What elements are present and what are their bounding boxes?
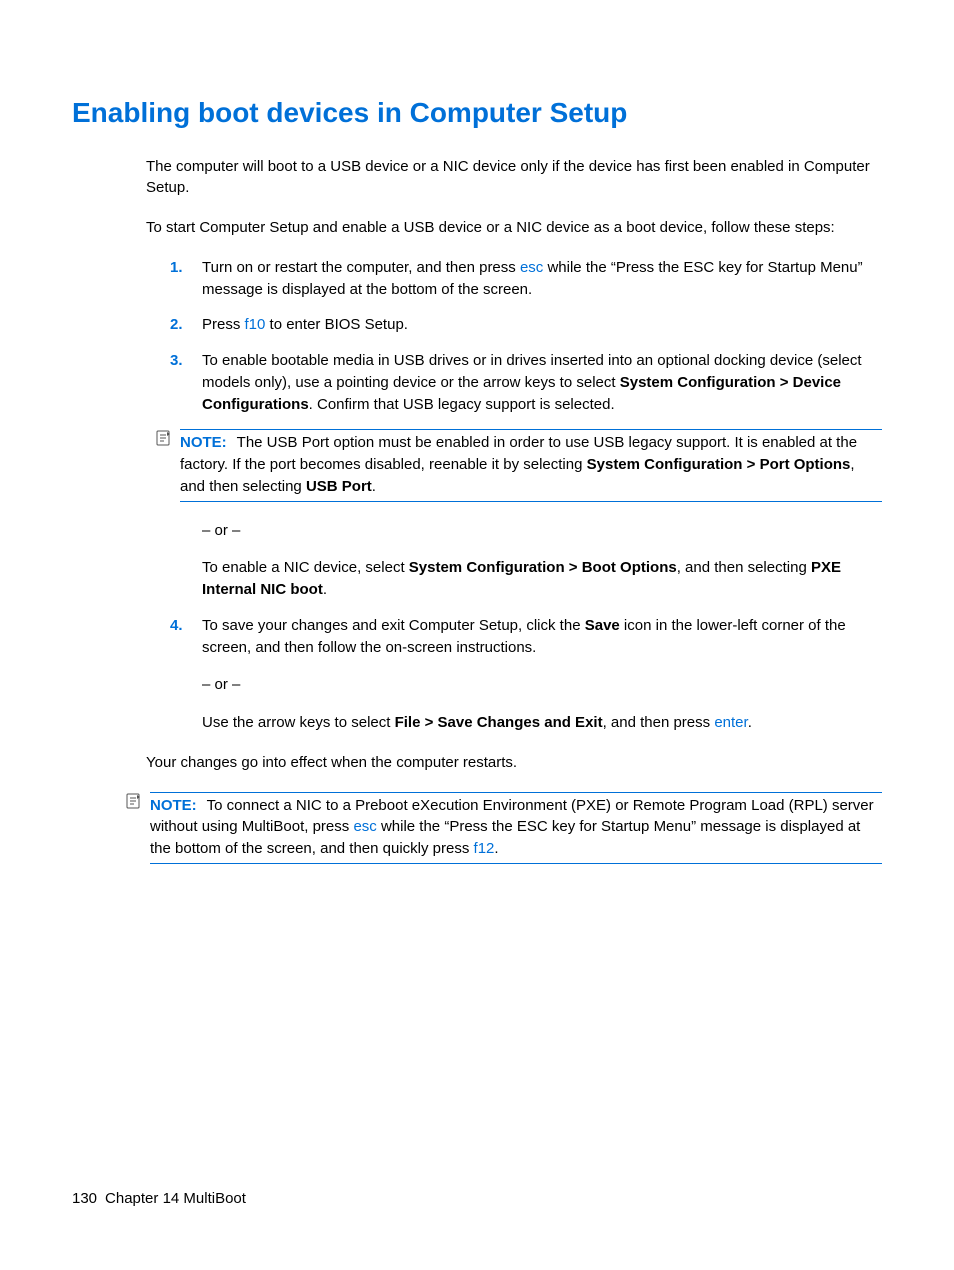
- text: .: [748, 714, 752, 731]
- step-1: 1. Turn on or restart the computer, and …: [170, 257, 882, 301]
- text: . Confirm that USB legacy support is sel…: [309, 396, 615, 413]
- text: Turn on or restart the computer, and the…: [202, 259, 520, 276]
- key-esc: esc: [353, 818, 376, 835]
- step-number: 4.: [170, 615, 202, 734]
- step-body: Press f10 to enter BIOS Setup.: [202, 314, 882, 336]
- page-number: 130: [72, 1190, 97, 1207]
- closing-paragraph: Your changes go into effect when the com…: [146, 752, 882, 774]
- step-list: 1. Turn on or restart the computer, and …: [170, 257, 882, 734]
- note-label: NOTE:: [180, 434, 227, 451]
- key-esc: esc: [520, 259, 543, 276]
- step-number: 1.: [170, 257, 202, 301]
- step-number: 3.: [170, 350, 202, 415]
- intro-paragraph-1: The computer will boot to a USB device o…: [146, 156, 882, 200]
- step-body: Turn on or restart the computer, and the…: [202, 257, 882, 301]
- intro-paragraph-2: To start Computer Setup and enable a USB…: [146, 217, 882, 239]
- text: To enable a NIC device, select: [202, 559, 409, 576]
- bold-text: Save: [585, 617, 620, 634]
- or-separator: – or –: [202, 520, 882, 542]
- note-block-2: NOTE:To connect a NIC to a Preboot eXecu…: [126, 792, 882, 864]
- step-2: 2. Press f10 to enter BIOS Setup.: [170, 314, 882, 336]
- note-block-1: NOTE:The USB Port option must be enabled…: [156, 429, 882, 501]
- text: to enter BIOS Setup.: [265, 316, 408, 333]
- step-4: 4. To save your changes and exit Compute…: [170, 615, 882, 734]
- bold-text: File > Save Changes and Exit: [395, 714, 603, 731]
- note-content: NOTE:To connect a NIC to a Preboot eXecu…: [150, 792, 882, 864]
- key-f10: f10: [245, 316, 266, 333]
- key-f12: f12: [474, 840, 495, 857]
- page-footer: 130 Chapter 14 MultiBoot: [72, 1188, 246, 1210]
- step-3-continuation: – or – To enable a NIC device, select Sy…: [170, 520, 882, 601]
- text: Press: [202, 316, 245, 333]
- text: .: [372, 478, 376, 495]
- text: .: [323, 581, 327, 598]
- note-content: NOTE:The USB Port option must be enabled…: [180, 429, 882, 501]
- bold-text: System Configuration > Port Options: [587, 456, 851, 473]
- step-number: 2.: [170, 314, 202, 336]
- bold-text: USB Port: [306, 478, 372, 495]
- text: , and then selecting: [677, 559, 811, 576]
- text: .: [494, 840, 498, 857]
- note-label: NOTE:: [150, 797, 197, 814]
- page-heading: Enabling boot devices in Computer Setup: [72, 93, 882, 134]
- bold-text: System Configuration > Boot Options: [409, 559, 677, 576]
- key-enter: enter: [714, 714, 747, 731]
- chapter-label: Chapter 14 MultiBoot: [105, 1190, 246, 1207]
- step-body: To save your changes and exit Computer S…: [202, 615, 882, 734]
- note-icon: [156, 430, 174, 446]
- step-3: 3. To enable bootable media in USB drive…: [170, 350, 882, 415]
- text: , and then press: [603, 714, 715, 731]
- text: Use the arrow keys to select: [202, 714, 395, 731]
- note-icon: [126, 793, 144, 809]
- step-body: To enable bootable media in USB drives o…: [202, 350, 882, 415]
- text: To save your changes and exit Computer S…: [202, 617, 585, 634]
- or-separator: – or –: [202, 674, 882, 696]
